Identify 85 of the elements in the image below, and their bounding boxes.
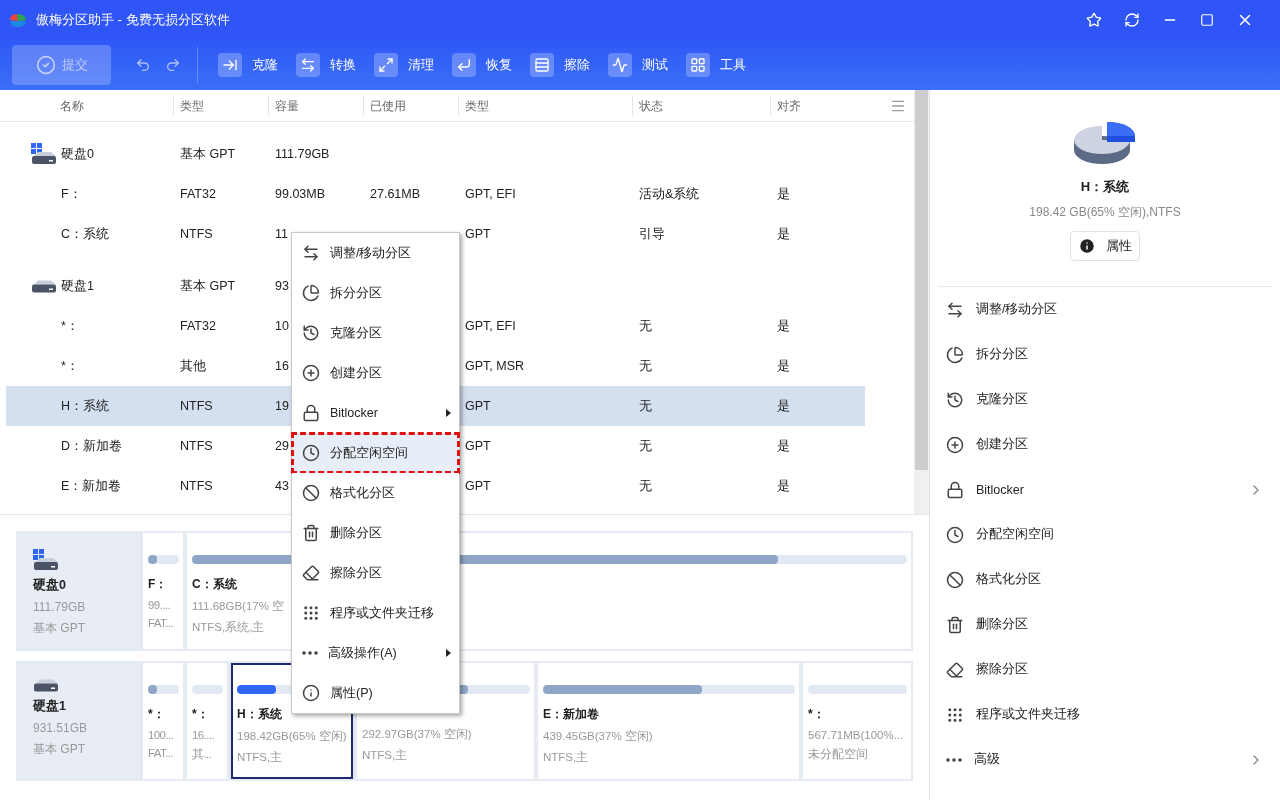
partition-filesystem: NTFS,主 — [362, 748, 408, 763]
partition-label: *： — [192, 706, 210, 723]
partition-label: E：新加卷 — [543, 706, 600, 723]
table-cell: NTFS — [180, 227, 213, 241]
partition-filesystem: NTFS,主 — [543, 750, 589, 765]
action-label: 程序或文件夹迁移 — [976, 706, 1081, 723]
table-cell: 无 — [639, 437, 652, 455]
table-cell: 93 — [275, 279, 289, 293]
table-cell: GPT, EFI — [465, 319, 516, 333]
action-label: 调整/移动分区 — [976, 301, 1059, 318]
table-cell: NTFS — [180, 479, 213, 493]
action-label: 高级 — [974, 751, 1001, 768]
table-cell: 是 — [777, 477, 790, 495]
table-cell: GPT — [465, 399, 491, 413]
table-cell: 27.61MB — [370, 187, 421, 201]
partition-label: F： — [148, 576, 169, 593]
action-label: 克隆分区 — [976, 391, 1029, 408]
table-cell: 是 — [777, 397, 790, 415]
table-cell: GPT — [465, 479, 491, 493]
partition-size: 111.68GB(17% 空 — [192, 599, 285, 614]
table-cell: GPT, EFI — [465, 187, 516, 201]
partition-size: 292.97GB(37% 空闲) — [362, 727, 472, 742]
disk-type: 基本 GPT — [33, 620, 86, 637]
partition-filesystem: NTFS,系统,主 — [192, 620, 265, 635]
action-label: 拆分分区 — [976, 346, 1029, 363]
partition-label: *： — [148, 706, 166, 723]
action-label: 创建分区 — [976, 436, 1029, 453]
table-cell: 是 — [777, 317, 790, 335]
table-cell: 111.79GB — [275, 147, 330, 161]
partition-filesystem: FAT... — [148, 747, 173, 759]
table-cell: 无 — [639, 357, 652, 375]
action-label: 擦除分区 — [976, 661, 1029, 678]
partition-size: 198.42GB(65% 空闲) — [237, 729, 347, 744]
table-cell: 是 — [777, 225, 790, 243]
disk-name: 硬盘1 — [33, 698, 67, 715]
partition-label: H：系统 — [237, 706, 283, 723]
table-cell: 其他 — [180, 357, 206, 375]
table-cell: FAT32 — [180, 319, 216, 333]
window-title: 傲梅分区助手 - 免费无损分区软件 — [36, 11, 231, 29]
table-cell: FAT32 — [180, 187, 216, 201]
partition-filesystem: 其... — [192, 747, 212, 762]
disk-name: 硬盘0 — [33, 577, 67, 594]
table-cell: 硬盘0 — [61, 145, 94, 163]
table-cell: 引导 — [639, 225, 665, 243]
table-cell: GPT — [465, 439, 491, 453]
table-cell: GPT, MSR — [465, 359, 525, 373]
table-cell: 10 — [275, 319, 289, 333]
action-label: 格式化分区 — [976, 571, 1042, 588]
disk-type: 基本 GPT — [33, 741, 86, 758]
partition-filesystem: NTFS,主 — [237, 750, 283, 765]
table-cell: 基本 GPT — [180, 145, 236, 163]
table-cell: 43 — [275, 479, 289, 493]
table-cell: 基本 GPT — [180, 277, 236, 295]
table-cell: GPT — [465, 227, 491, 241]
action-label: Bitlocker — [976, 482, 1025, 497]
table-cell: NTFS — [180, 439, 213, 453]
table-cell: 11 — [275, 227, 288, 241]
partition-label: *： — [808, 706, 826, 723]
table-cell: 是 — [777, 437, 790, 455]
action-label: 删除分区 — [976, 616, 1029, 633]
table-cell: 硬盘1 — [61, 277, 94, 295]
table-cell: 活动&系统 — [639, 185, 700, 203]
table-cell: 是 — [777, 185, 790, 203]
table-cell: 99.03MB — [275, 187, 326, 201]
partition-filesystem: FAT... — [148, 617, 173, 629]
table-cell: NTFS — [180, 399, 213, 413]
partition-label: C：系统 — [192, 576, 238, 593]
partition-size: 100... — [148, 729, 174, 741]
partition-title: H：系统 — [1080, 178, 1130, 196]
disk-size: 931.51GB — [33, 721, 89, 735]
partition-filesystem: 未分配空间 — [808, 747, 868, 762]
table-cell: 无 — [639, 397, 652, 415]
partition-size: 439.45GB(37% 空闲) — [543, 729, 653, 744]
disk-size: 111.79GB — [33, 600, 87, 614]
partition-summary: 198.42 GB(65% 空闲),NTFS — [1029, 204, 1181, 221]
table-cell: 29 — [275, 439, 289, 453]
partition-size: 567.71MB(100%... — [808, 729, 904, 741]
table-cell: 是 — [777, 357, 790, 375]
table-cell: 16 — [275, 359, 289, 373]
partition-size: 16.... — [192, 729, 214, 741]
action-label: 分配空闲空间 — [976, 526, 1055, 543]
table-cell: 19 — [275, 399, 289, 413]
table-cell: 无 — [639, 317, 652, 335]
table-cell: 无 — [639, 477, 652, 495]
partition-size: 99.... — [148, 599, 170, 611]
